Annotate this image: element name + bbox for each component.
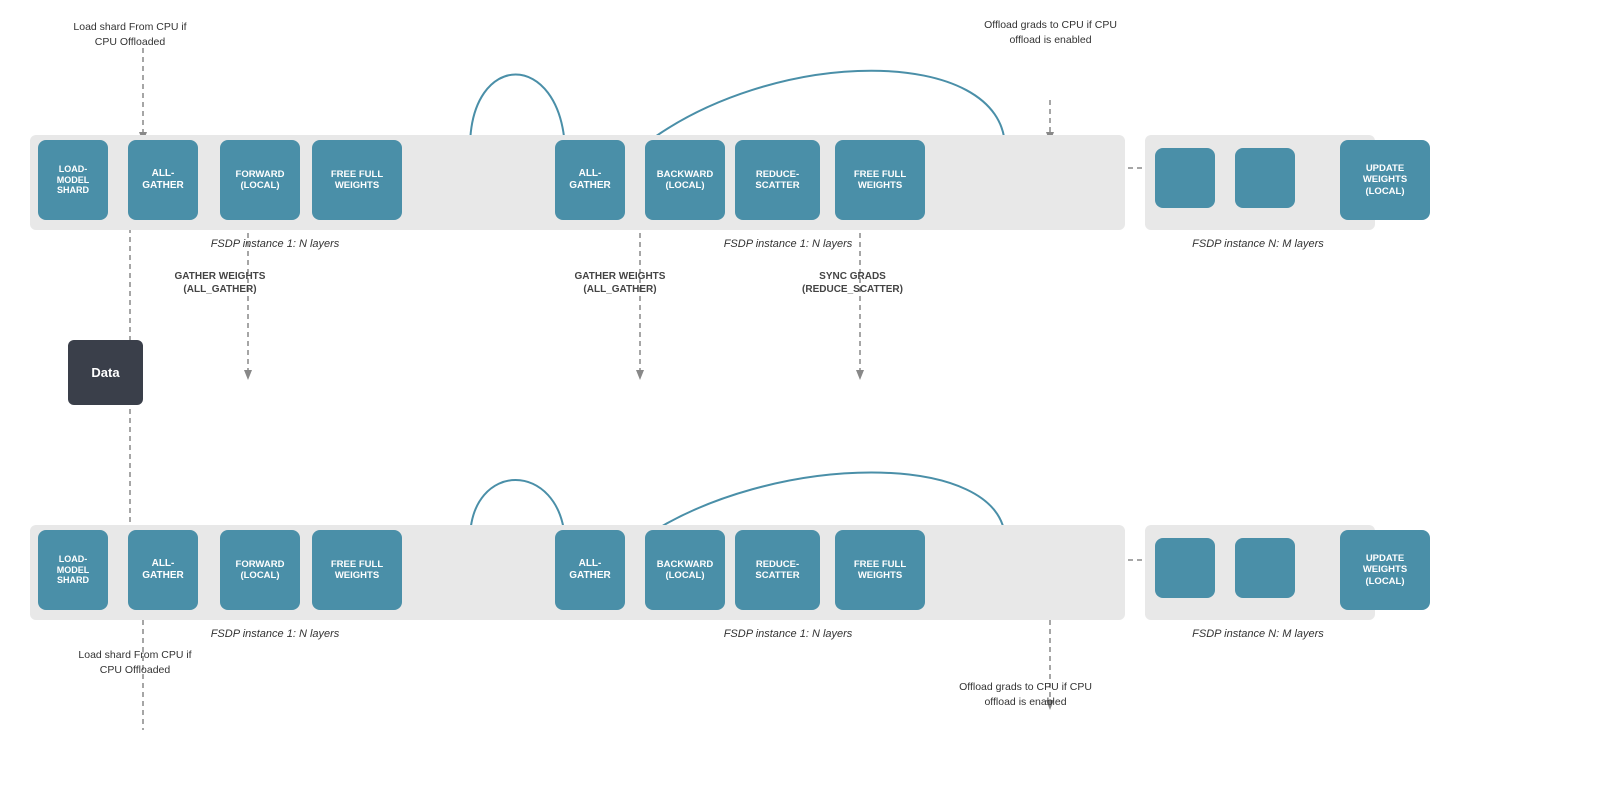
fsdp-label-bottom-3: FSDP instance N: M layers (1148, 628, 1368, 640)
label-sync-grads: SYNC GRADS (REDUCE_SCATTER) (775, 270, 930, 296)
diagram-container: Load shard From CPU if CPU Offloaded Off… (0, 0, 1600, 789)
fsdp-label-top-2: FSDP instance 1: N layers (648, 238, 928, 250)
fsdp-label-top-1: FSDP instance 1: N layers (145, 238, 405, 250)
fsdp-label-bottom-1: FSDP instance 1: N layers (145, 628, 405, 640)
label-gather-weights-mid: GATHER WEIGHTS (ALL_GATHER) (555, 270, 685, 296)
node-data: Data (68, 340, 143, 405)
node-free-full-weights-bottom-2: FREE FULLWEIGHTS (835, 530, 925, 610)
node-generic-bottom-1 (1155, 538, 1215, 598)
node-update-weights-top: UPDATEWEIGHTS(LOCAL) (1340, 140, 1430, 220)
node-forward-local-bottom: FORWARD(LOCAL) (220, 530, 300, 610)
node-all-gather-top-2: ALL-GATHER (555, 140, 625, 220)
node-reduce-scatter-top: REDUCE-SCATTER (735, 140, 820, 220)
node-all-gather-bottom-1: ALL-GATHER (128, 530, 198, 610)
node-forward-local-top: FORWARD(LOCAL) (220, 140, 300, 220)
label-gather-weights-left: GATHER WEIGHTS (ALL_GATHER) (155, 270, 285, 296)
annotation-offload-grads-top: Offload grads to CPU if CPU offload is e… (978, 18, 1123, 47)
node-free-full-weights-bottom-1: FREE FULLWEIGHTS (312, 530, 402, 610)
node-backward-local-top: BACKWARD(LOCAL) (645, 140, 725, 220)
node-update-weights-bottom: UPDATEWEIGHTS(LOCAL) (1340, 530, 1430, 610)
fsdp-label-top-3: FSDP instance N: M layers (1148, 238, 1368, 250)
node-generic-top-1 (1155, 148, 1215, 208)
node-all-gather-top-1: ALL-GATHER (128, 140, 198, 220)
node-free-full-weights-top-1: FREE FULLWEIGHTS (312, 140, 402, 220)
node-generic-bottom-2 (1235, 538, 1295, 598)
node-reduce-scatter-bottom: REDUCE-SCATTER (735, 530, 820, 610)
node-free-full-weights-top-2: FREE FULLWEIGHTS (835, 140, 925, 220)
fsdp-region-top-1 (30, 135, 590, 230)
node-load-model-shard-bottom: LOAD-MODELSHARD (38, 530, 108, 610)
node-backward-local-bottom: BACKWARD(LOCAL) (645, 530, 725, 610)
arrows-svg (0, 0, 1600, 789)
annotation-offload-grads-bottom: Offload grads to CPU if CPU offload is e… (948, 680, 1103, 709)
node-generic-top-2 (1235, 148, 1295, 208)
node-all-gather-bottom-2: ALL-GATHER (555, 530, 625, 610)
node-load-model-shard-top: LOAD-MODELSHARD (38, 140, 108, 220)
annotation-load-shard-top: Load shard From CPU if CPU Offloaded (70, 20, 190, 49)
fsdp-label-bottom-2: FSDP instance 1: N layers (648, 628, 928, 640)
annotation-load-shard-bottom: Load shard From CPU if CPU Offloaded (70, 648, 200, 677)
fsdp-region-bottom-1 (30, 525, 590, 620)
